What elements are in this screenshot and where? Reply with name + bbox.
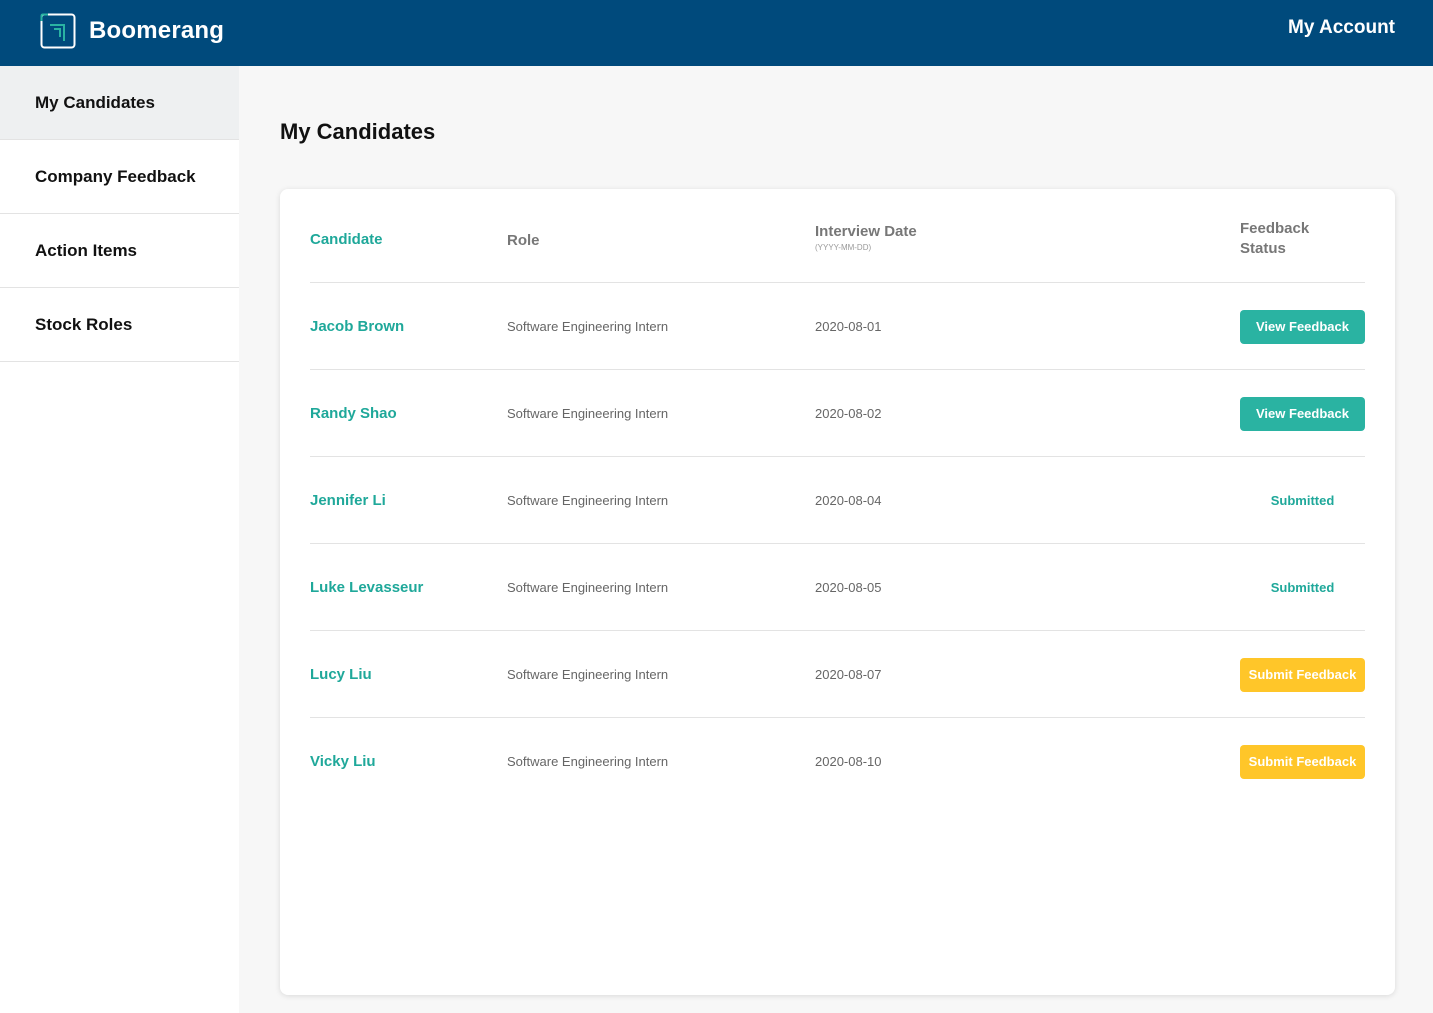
table-row: Jennifer Li Software Engineering Intern … [310, 457, 1365, 544]
candidate-name[interactable]: Randy Shao [310, 370, 397, 457]
candidate-name[interactable]: Lucy Liu [310, 631, 372, 718]
interview-date: 2020-08-02 [815, 406, 882, 421]
candidate-role: Software Engineering Intern [507, 754, 669, 769]
candidate-name[interactable]: Vicky Liu [310, 718, 376, 805]
submitted-status-text: Submitted [1270, 580, 1335, 595]
brand-name: Boomerang [89, 17, 225, 44]
column-header-interview-date: Interview Date [815, 223, 917, 240]
candidate-name[interactable]: Jennifer Li [310, 457, 386, 544]
sidebar-item-my-candidates[interactable]: My Candidates [0, 66, 239, 140]
candidate-role: Software Engineering Intern [507, 406, 669, 421]
submit-feedback-button[interactable]: Submit Feedback [1240, 744, 1365, 779]
feedback-status-cell: Submit Feedback [1240, 718, 1365, 805]
interview-date: 2020-08-10 [815, 754, 882, 769]
feedback-status-cell: Submitted [1240, 457, 1365, 544]
sidebar: My Candidates Company Feedback Action It… [0, 66, 239, 1013]
view-feedback-button[interactable]: View Feedback [1240, 396, 1365, 431]
table-row: Lucy Liu Software Engineering Intern 202… [310, 631, 1365, 718]
table-row: Luke Levasseur Software Engineering Inte… [310, 544, 1365, 631]
feedback-status-cell: View Feedback [1240, 283, 1365, 370]
candidate-role: Software Engineering Intern [507, 493, 669, 508]
sidebar-item-company-feedback[interactable]: Company Feedback [0, 140, 239, 214]
candidate-name[interactable]: Jacob Brown [310, 283, 404, 370]
top-bar: Boomerang My Account [0, 0, 1433, 66]
feedback-status-cell: Submitted [1240, 544, 1365, 631]
column-header-candidate[interactable]: Candidate [310, 231, 383, 248]
interview-date: 2020-08-07 [815, 667, 882, 682]
candidate-role: Software Engineering Intern [507, 580, 669, 595]
column-header-role: Role [507, 232, 540, 249]
interview-date: 2020-08-01 [815, 319, 882, 334]
feedback-status-line2: Status [1240, 240, 1286, 257]
boomerang-logo-icon[interactable] [40, 13, 76, 49]
candidates-table-card: Candidate Role Interview Date (YYYY-MM-D… [280, 189, 1395, 995]
interview-date: 2020-08-05 [815, 580, 882, 595]
sidebar-item-stock-roles[interactable]: Stock Roles [0, 288, 239, 362]
feedback-status-cell: View Feedback [1240, 370, 1365, 457]
submitted-status-text: Submitted [1270, 493, 1335, 508]
table-row: Jacob Brown Software Engineering Intern … [310, 283, 1365, 370]
page-title: My Candidates [280, 119, 436, 144]
table-row: Randy Shao Software Engineering Intern 2… [310, 370, 1365, 457]
feedback-status-line1: Feedback [1240, 220, 1310, 237]
candidate-role: Software Engineering Intern [507, 667, 669, 682]
column-header-feedback-status: Feedback Status [1240, 219, 1330, 259]
view-feedback-button[interactable]: View Feedback [1240, 309, 1365, 344]
table-row: Vicky Liu Software Engineering Intern 20… [310, 718, 1365, 805]
my-account-link[interactable]: My Account [1288, 17, 1395, 39]
candidate-name[interactable]: Luke Levasseur [310, 544, 423, 631]
interview-date: 2020-08-04 [815, 493, 882, 508]
date-format-hint: (YYYY-MM-DD) [815, 243, 872, 252]
candidate-role: Software Engineering Intern [507, 319, 669, 334]
feedback-status-cell: Submit Feedback [1240, 631, 1365, 718]
table-header: Candidate Role Interview Date (YYYY-MM-D… [310, 189, 1365, 283]
submit-feedback-button[interactable]: Submit Feedback [1240, 657, 1365, 692]
sidebar-item-action-items[interactable]: Action Items [0, 214, 239, 288]
